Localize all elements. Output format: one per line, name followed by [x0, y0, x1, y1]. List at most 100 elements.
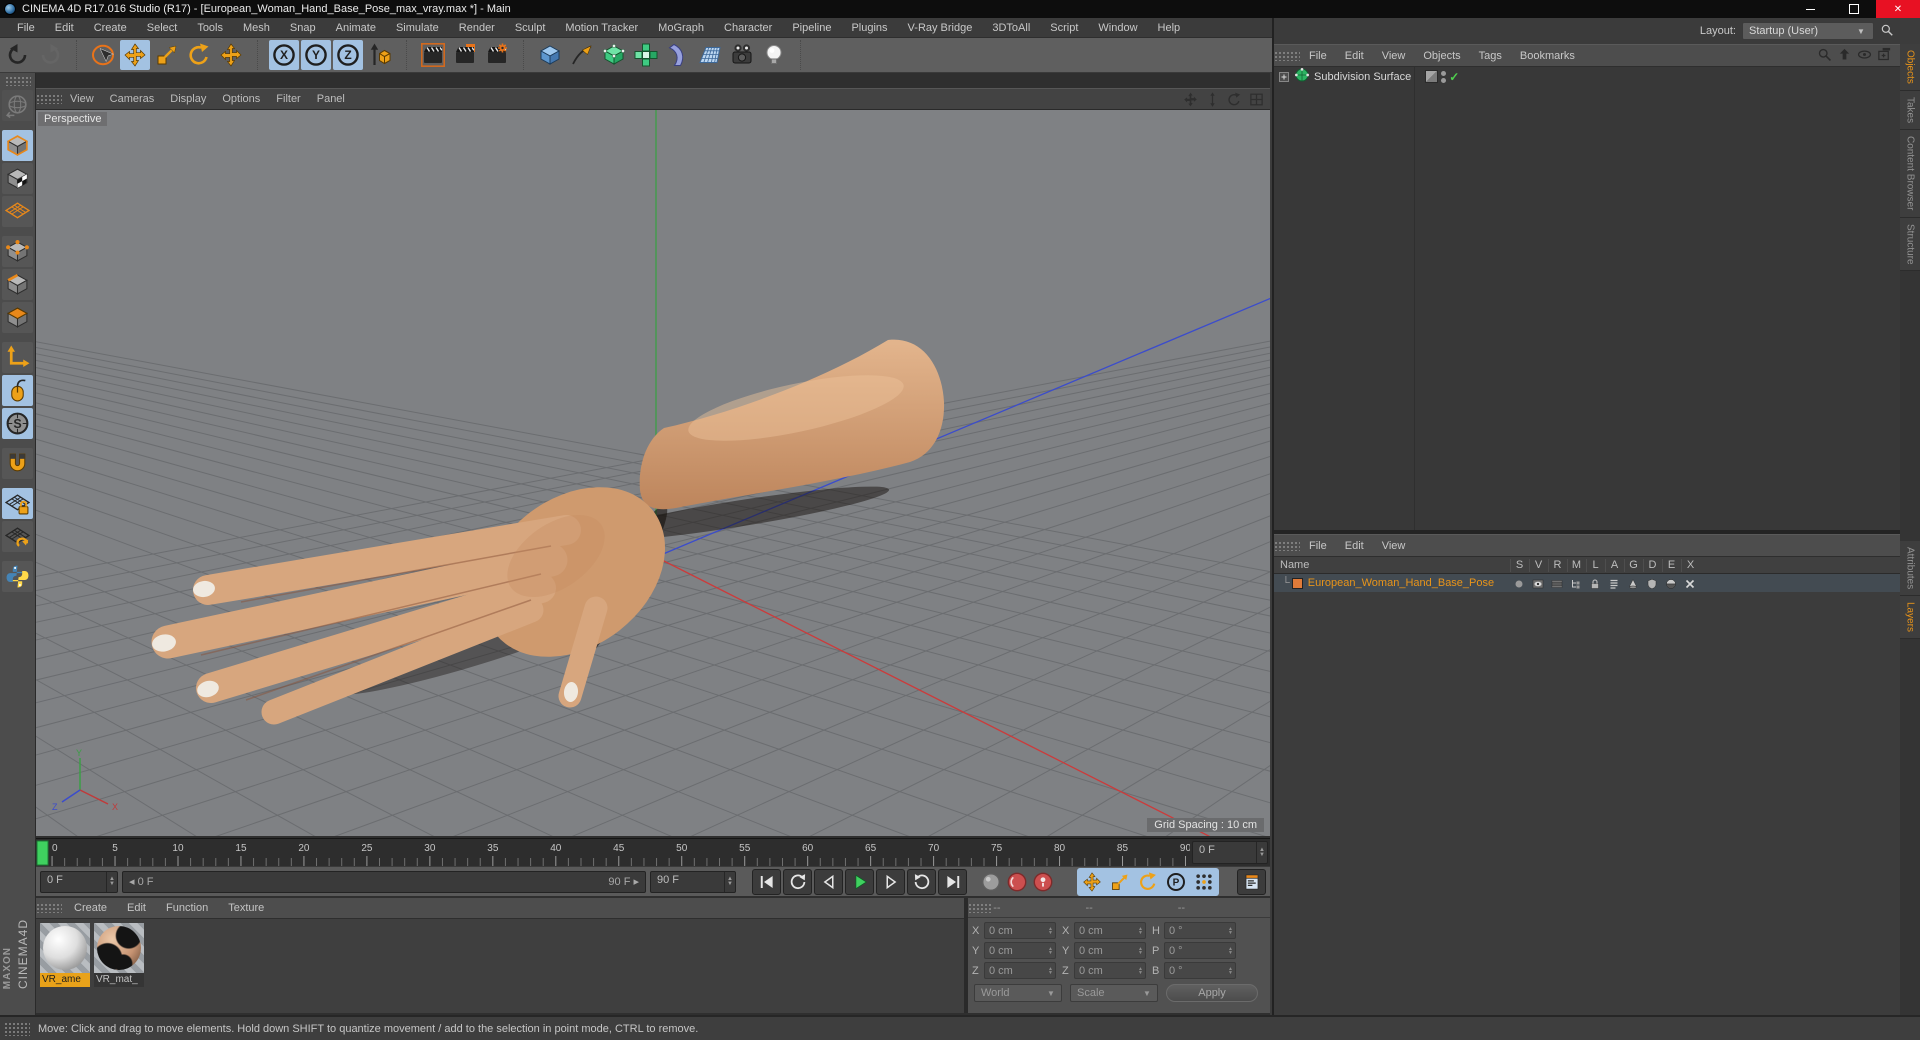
- viewport-menu-display[interactable]: Display: [162, 91, 214, 107]
- points-mode-button[interactable]: [2, 236, 33, 267]
- search-icon[interactable]: [1817, 47, 1834, 64]
- layer-manager-body[interactable]: └ European_Woman_Hand_Base_Pose: [1274, 574, 1900, 592]
- tab-takes[interactable]: Takes: [1900, 90, 1920, 131]
- spinner-arrows[interactable]: ▲ ▼: [1046, 966, 1055, 975]
- viewport-drag-handle[interactable]: [36, 94, 62, 104]
- key-rotation-button[interactable]: [1135, 869, 1161, 895]
- snap-button[interactable]: [2, 448, 33, 479]
- redo-button[interactable]: [35, 40, 65, 70]
- menu-edit[interactable]: Edit: [46, 20, 83, 36]
- subdivision-surface-button[interactable]: [599, 40, 629, 70]
- toggle-panels-icon[interactable]: [1246, 90, 1266, 108]
- material-vr_ame[interactable]: VR_ame: [40, 923, 90, 987]
- coordinate-field-rotation-p[interactable]: 0 ° ▲ ▼: [1164, 942, 1236, 959]
- spline-pen-button[interactable]: [567, 40, 597, 70]
- add-cube-button[interactable]: [535, 40, 565, 70]
- lock-workplane-button[interactable]: [2, 488, 33, 519]
- lock-x-button[interactable]: X: [269, 40, 299, 70]
- camera-label[interactable]: Perspective: [38, 112, 108, 126]
- object-manager-drag-handle[interactable]: [1274, 50, 1300, 61]
- menu-plugins[interactable]: Plugins: [842, 20, 896, 36]
- material-vr_mat_[interactable]: VR_mat_: [94, 923, 144, 987]
- expander-icon[interactable]: [1278, 71, 1290, 83]
- menu-tools[interactable]: Tools: [188, 20, 232, 36]
- shield-icon[interactable]: [1643, 577, 1661, 590]
- move-button[interactable]: [120, 40, 150, 70]
- frame-spinner[interactable]: 0 F ▲ ▼: [40, 870, 118, 893]
- menu-select[interactable]: Select: [138, 20, 187, 36]
- light-button[interactable]: [759, 40, 789, 70]
- menu-v-ray-bridge[interactable]: V-Ray Bridge: [899, 20, 982, 36]
- object-manager-menu-tags[interactable]: Tags: [1470, 48, 1511, 64]
- object-manager-menu-edit[interactable]: Edit: [1336, 48, 1373, 64]
- coordinate-field-rotation-h[interactable]: 0 ° ▲ ▼: [1164, 922, 1236, 939]
- last-tool-button[interactable]: [216, 40, 246, 70]
- spinner-arrows[interactable]: ▲ ▼: [1136, 966, 1145, 975]
- menu-animate[interactable]: Animate: [327, 20, 385, 36]
- scale-mode-dropdown[interactable]: Scale ▼: [1070, 984, 1158, 1002]
- coord-system-button[interactable]: [365, 40, 395, 70]
- live-selection-button[interactable]: [88, 40, 118, 70]
- workplane-button[interactable]: [2, 521, 33, 552]
- viewport-menu-cameras[interactable]: Cameras: [102, 91, 163, 107]
- toolbar-drag-handle[interactable]: [4, 76, 31, 86]
- menu-snap[interactable]: Snap: [281, 20, 325, 36]
- render-picture-viewer-button[interactable]: [450, 40, 480, 70]
- play-button[interactable]: [845, 868, 874, 895]
- python-button[interactable]: [2, 561, 33, 592]
- layer-manager-menu-view[interactable]: View: [1373, 538, 1415, 554]
- next-frame-button[interactable]: [876, 868, 905, 895]
- menu-simulate[interactable]: Simulate: [387, 20, 448, 36]
- tab-layers[interactable]: Layers: [1900, 596, 1920, 640]
- spinner-arrows[interactable]: ▲ ▼: [1136, 926, 1145, 935]
- menu-mograph[interactable]: MoGraph: [649, 20, 713, 36]
- menu-sculpt[interactable]: Sculpt: [506, 20, 555, 36]
- coordinate-field-size-x[interactable]: 0 cm ▲ ▼: [1074, 922, 1146, 939]
- lock-icon[interactable]: [1586, 577, 1604, 590]
- modifiers-button[interactable]: [631, 40, 661, 70]
- layer-row[interactable]: └ European_Woman_Hand_Base_Pose: [1274, 574, 1900, 592]
- texture-mode-button[interactable]: [2, 163, 33, 194]
- coordinate-drag-handle[interactable]: [968, 902, 994, 913]
- object-manager-menu-file[interactable]: File: [1300, 48, 1336, 64]
- tab-content-browser[interactable]: Content Browser: [1900, 130, 1920, 218]
- coordinate-field-position-x[interactable]: 0 cm ▲ ▼: [984, 922, 1056, 939]
- zoom-icon[interactable]: [1202, 90, 1222, 108]
- render-settings-button[interactable]: [482, 40, 512, 70]
- viewport-solo-button[interactable]: S: [2, 408, 33, 439]
- close-button[interactable]: ✕: [1876, 0, 1920, 18]
- rotate-view-icon[interactable]: [1224, 90, 1244, 108]
- menu-pipeline[interactable]: Pipeline: [783, 20, 840, 36]
- spinner-arrows[interactable]: ▲ ▼: [1136, 946, 1145, 955]
- scale-button[interactable]: [152, 40, 182, 70]
- menu-mesh[interactable]: Mesh: [234, 20, 279, 36]
- previous-frame-button[interactable]: [814, 868, 843, 895]
- layer-manager-menu-file[interactable]: File: [1300, 538, 1336, 554]
- lock-y-button[interactable]: Y: [301, 40, 331, 70]
- minimize-button[interactable]: [1788, 0, 1832, 18]
- menu-window[interactable]: Window: [1089, 20, 1146, 36]
- menu-motion-tracker[interactable]: Motion Tracker: [556, 20, 647, 36]
- layout-dropdown[interactable]: Startup (User) ▼: [1742, 22, 1874, 40]
- current-frame-spinner[interactable]: 0 F ▲ ▼: [1192, 841, 1268, 864]
- hierarchy-icon[interactable]: [1567, 577, 1585, 590]
- light-cone-icon[interactable]: [1624, 577, 1642, 590]
- menu-3dtoall[interactable]: 3DToAll: [983, 20, 1039, 36]
- menu-create[interactable]: Create: [85, 20, 136, 36]
- enabled-checkmark[interactable]: ✓: [1449, 70, 1459, 84]
- pan-icon[interactable]: [1180, 90, 1200, 108]
- coordinate-field-position-z[interactable]: 0 cm ▲ ▼: [984, 962, 1056, 979]
- previous-key-button[interactable]: [783, 868, 812, 895]
- goto-end-button[interactable]: [938, 868, 967, 895]
- viewport-menu-filter[interactable]: Filter: [268, 91, 308, 107]
- frame-range-slider[interactable]: ◂ 0 F 90 F ▸: [122, 870, 646, 893]
- menu-character[interactable]: Character: [715, 20, 781, 36]
- spinner-arrows[interactable]: ▲ ▼: [1046, 926, 1055, 935]
- object-manager-menu-objects[interactable]: Objects: [1414, 48, 1469, 64]
- tab-objects[interactable]: Objects: [1900, 44, 1920, 91]
- coordinate-field-size-z[interactable]: 0 cm ▲ ▼: [1074, 962, 1146, 979]
- key-scale-button[interactable]: [1107, 869, 1133, 895]
- edges-mode-button[interactable]: [2, 269, 33, 300]
- layer-color-swatch[interactable]: [1291, 577, 1303, 589]
- film-icon[interactable]: [1548, 577, 1566, 590]
